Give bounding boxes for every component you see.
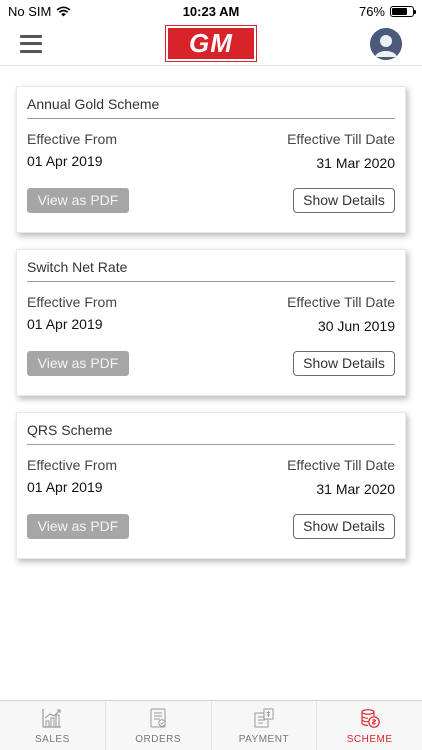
show-details-button[interactable]: Show Details	[293, 351, 395, 376]
tab-payment[interactable]: PAYMENT	[212, 701, 318, 750]
effective-from-value: 01 Apr 2019	[27, 479, 103, 495]
effective-till-group: Effective Till Date 31 Mar 2020	[287, 457, 395, 497]
battery-percent: 76%	[358, 3, 385, 19]
scheme-title: Annual Gold Scheme	[27, 87, 395, 119]
app-header: GM	[0, 22, 422, 66]
scheme-dates: Effective From 01 Apr 2019 Effective Til…	[27, 457, 395, 497]
view-pdf-button[interactable]: View as PDF	[27, 188, 129, 213]
scheme-actions: View as PDF Show Details	[27, 351, 395, 376]
view-pdf-button[interactable]: View as PDF	[27, 351, 129, 376]
show-details-button[interactable]: Show Details	[293, 514, 395, 539]
effective-till-group: Effective Till Date 31 Mar 2020	[287, 131, 395, 171]
battery-level	[392, 7, 408, 15]
effective-from-label: Effective From	[27, 457, 117, 473]
bottom-tab-bar: SALES ORDERS PAYMENT SCHEME	[0, 700, 422, 750]
scheme-actions: View as PDF Show Details	[27, 188, 395, 213]
scheme-dates: Effective From 01 Apr 2019 Effective Til…	[27, 294, 395, 334]
sales-chart-icon	[42, 709, 62, 728]
battery-icon	[390, 5, 416, 17]
effective-till-label: Effective Till Date	[287, 457, 395, 473]
show-details-button[interactable]: Show Details	[293, 188, 395, 213]
scheme-dates: Effective From 01 Apr 2019 Effective Til…	[27, 131, 395, 171]
effective-till-label: Effective Till Date	[287, 131, 395, 147]
effective-till-value: 31 Mar 2020	[316, 481, 395, 497]
scheme-title: QRS Scheme	[27, 413, 395, 445]
gm-logo: GM	[165, 25, 257, 62]
scheme-coins-icon	[361, 709, 380, 728]
scheme-card: QRS Scheme Effective From 01 Apr 2019 Ef…	[16, 412, 406, 559]
hamburger-icon[interactable]	[20, 34, 42, 53]
logo-text: GM	[189, 28, 233, 58]
effective-from-value: 01 Apr 2019	[27, 316, 103, 332]
tab-orders[interactable]: ORDERS	[106, 701, 212, 750]
status-left: No SIM	[8, 4, 71, 19]
tab-sales[interactable]: SALES	[0, 701, 106, 750]
wifi-icon	[56, 6, 71, 16]
carrier-label: No SIM	[8, 3, 52, 19]
payment-icon	[254, 708, 274, 728]
scheme-actions: View as PDF Show Details	[27, 514, 395, 539]
scheme-title: Switch Net Rate	[27, 250, 395, 282]
status-right: 76%	[358, 3, 416, 19]
effective-till-value: 30 Jun 2019	[317, 318, 395, 334]
effective-from-group: Effective From 01 Apr 2019	[27, 457, 117, 497]
effective-till-value: 31 Mar 2020	[316, 155, 395, 171]
effective-from-group: Effective From 01 Apr 2019	[27, 131, 117, 171]
tab-payment-label: PAYMENT	[238, 734, 290, 745]
view-pdf-button[interactable]: View as PDF	[27, 514, 129, 539]
status-bar: No SIM 10:23 AM 76%	[0, 0, 422, 22]
effective-from-value: 01 Apr 2019	[27, 153, 103, 169]
scheme-card: Switch Net Rate Effective From 01 Apr 20…	[16, 249, 406, 396]
tab-sales-label: SALES	[35, 734, 70, 745]
tab-scheme-label: SCHEME	[346, 734, 393, 745]
effective-from-label: Effective From	[27, 294, 117, 310]
scheme-card: Annual Gold Scheme Effective From 01 Apr…	[16, 86, 406, 233]
effective-till-label: Effective Till Date	[287, 294, 395, 310]
tab-orders-label: ORDERS	[135, 734, 182, 745]
orders-list-icon	[150, 708, 166, 728]
effective-till-group: Effective Till Date 30 Jun 2019	[287, 294, 395, 334]
effective-from-label: Effective From	[27, 131, 117, 147]
tab-scheme[interactable]: SCHEME	[317, 701, 422, 750]
effective-from-group: Effective From 01 Apr 2019	[27, 294, 117, 334]
user-avatar-icon[interactable]	[370, 27, 402, 60]
